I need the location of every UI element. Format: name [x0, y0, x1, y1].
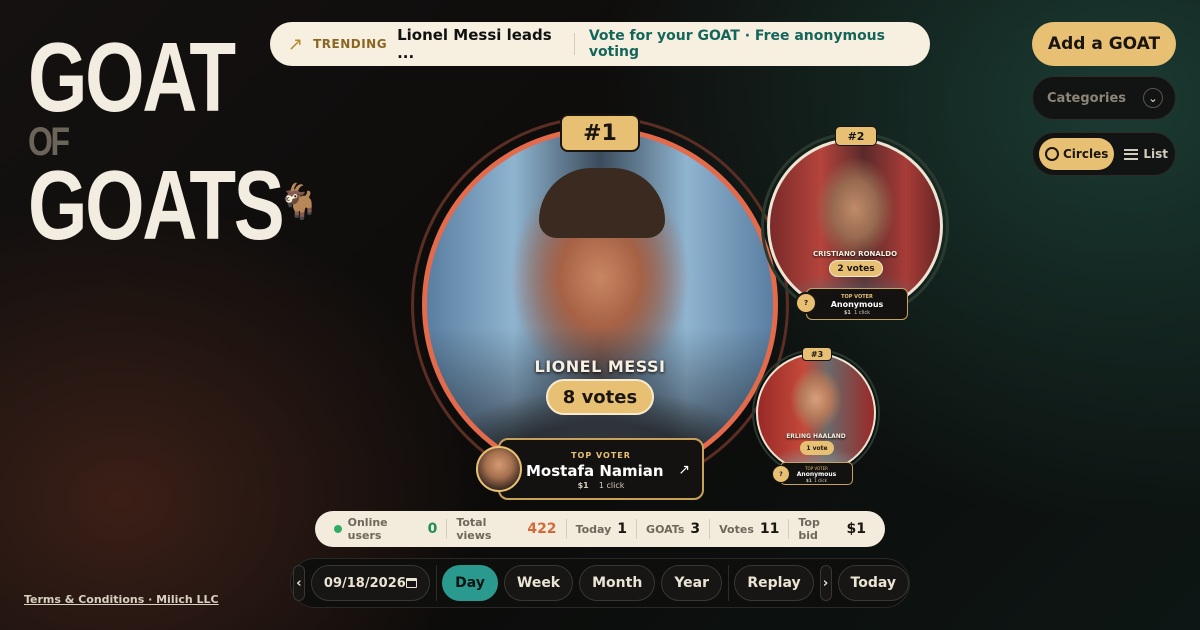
list-view-button[interactable]: List: [1120, 147, 1168, 161]
rank2-badge: #2: [835, 126, 877, 146]
rank3-photo[interactable]: [756, 353, 876, 473]
trending-label: TRENDING: [313, 37, 388, 51]
stat-goats: GOATs 3: [637, 519, 711, 539]
logo-line-goat: GOAT: [28, 22, 236, 132]
trending-divider: [573, 33, 575, 55]
top-voter-bid: $1: [806, 478, 812, 483]
list-label: List: [1143, 147, 1168, 161]
period-day-button[interactable]: Day: [442, 565, 498, 601]
top-voter-meta: $1 1 click: [781, 478, 852, 483]
top-voter-avatar: [476, 446, 522, 492]
prev-button[interactable]: ‹: [293, 565, 305, 601]
stat-today: Today 1: [567, 519, 638, 539]
top-voter-name: Anonymous: [796, 471, 837, 478]
date-navigation: ‹ 09/18/2026 Day Week Month Year Replay …: [290, 558, 910, 608]
top-voter-name: Mostafa Namian: [526, 462, 664, 480]
circle-icon: [1045, 147, 1059, 161]
external-link-icon[interactable]: ↗: [678, 462, 690, 478]
online-dot-icon: [334, 525, 342, 533]
period-week-button[interactable]: Week: [503, 565, 574, 601]
rank2-top-voter-card[interactable]: TOP VOTER Anonymous $1 1 click: [806, 288, 908, 320]
terms-link[interactable]: Terms & Conditions · Milich LLC: [24, 593, 219, 606]
rank3-badge: #3: [802, 347, 832, 361]
rank3-votes[interactable]: 1 vote: [800, 441, 834, 455]
stat-value: 3: [690, 521, 701, 537]
goat-icon: 🐐: [278, 182, 321, 222]
top-voter-label: TOP VOTER: [571, 451, 631, 460]
stats-bar: Online users 0 Total views 422 Today 1 G…: [315, 511, 885, 547]
top-voter-bid: $1: [577, 481, 589, 490]
chevron-down-icon: ⌄: [1143, 88, 1163, 108]
top-voter-meta: $1 1 click: [807, 310, 907, 316]
stat-value: 0: [427, 521, 438, 537]
rank1-name: LIONEL MESSI: [534, 357, 666, 376]
rank3-name: ERLING HAALAND: [786, 433, 846, 440]
rank1-badge: #1: [560, 114, 640, 152]
top-voter-clicks: 1 click: [854, 310, 871, 316]
period-year-button[interactable]: Year: [661, 565, 723, 601]
stat-online-users: Online users 0: [325, 516, 448, 542]
anonymous-avatar: ?: [795, 292, 817, 314]
calendar-icon[interactable]: [405, 578, 417, 588]
replay-button[interactable]: Replay: [734, 565, 814, 601]
stat-label: GOATs: [646, 522, 685, 536]
stat-value: $1: [846, 521, 866, 537]
rank1-photo-hair: [539, 168, 665, 238]
top-voter-bid: $1: [843, 310, 851, 316]
stat-total-views: Total views 422: [447, 516, 567, 542]
circles-view-button[interactable]: Circles: [1039, 138, 1115, 170]
stat-value: 1: [617, 521, 628, 537]
stat-top-bid: Top bid $1: [789, 516, 875, 542]
rank1-votes[interactable]: 8 votes: [546, 379, 654, 415]
period-month-button[interactable]: Month: [579, 565, 656, 601]
rank2-votes[interactable]: 2 votes: [829, 260, 883, 277]
list-icon: [1124, 148, 1139, 160]
anonymous-avatar: ?: [772, 465, 790, 483]
trending-up-icon: ↗: [288, 33, 304, 55]
rank1-top-voter-card[interactable]: TOP VOTER Mostafa Namian ↗ $1 1 click: [498, 438, 704, 500]
rank1-photo[interactable]: [422, 127, 778, 483]
stat-label: Top bid: [798, 516, 820, 542]
rank2-name: CRISTIANO RONALDO: [812, 250, 898, 258]
stat-label: Online users: [347, 516, 388, 542]
stat-label: Votes: [719, 522, 754, 536]
stat-value: 422: [527, 521, 557, 537]
trending-subtext: Vote for your GOAT · Free anonymous voti…: [588, 28, 885, 60]
date-input[interactable]: 09/18/2026: [310, 565, 430, 601]
stat-label: Today: [575, 522, 612, 536]
trending-text: Lionel Messi leads ...: [397, 26, 552, 62]
top-voter-name: Anonymous: [830, 300, 884, 309]
add-goat-button[interactable]: Add a GOAT: [1032, 22, 1176, 66]
stat-label: Total views: [456, 516, 492, 542]
today-button[interactable]: Today: [837, 565, 909, 601]
stat-votes: Votes 11: [710, 519, 790, 539]
logo-line-goats: GOATS: [28, 150, 285, 260]
circles-label: Circles: [1063, 147, 1109, 161]
date-value: 09/18/2026: [323, 575, 406, 591]
next-button[interactable]: ›: [819, 565, 832, 601]
top-voter-clicks: 1 click: [598, 481, 625, 490]
top-voter-clicks: 1 click: [814, 478, 827, 483]
stat-value: 11: [759, 521, 780, 537]
categories-label: Categories: [1047, 90, 1127, 106]
categories-dropdown[interactable]: Categories ⌄: [1032, 76, 1176, 120]
view-toggle: Circles List: [1032, 132, 1176, 176]
trending-banner[interactable]: ↗ TRENDING Lionel Messi leads ... Vote f…: [270, 22, 930, 66]
top-voter-meta: $1 1 click: [500, 481, 702, 490]
rank3-top-voter-card[interactable]: TOP VOTER Anonymous $1 1 click: [780, 462, 853, 485]
